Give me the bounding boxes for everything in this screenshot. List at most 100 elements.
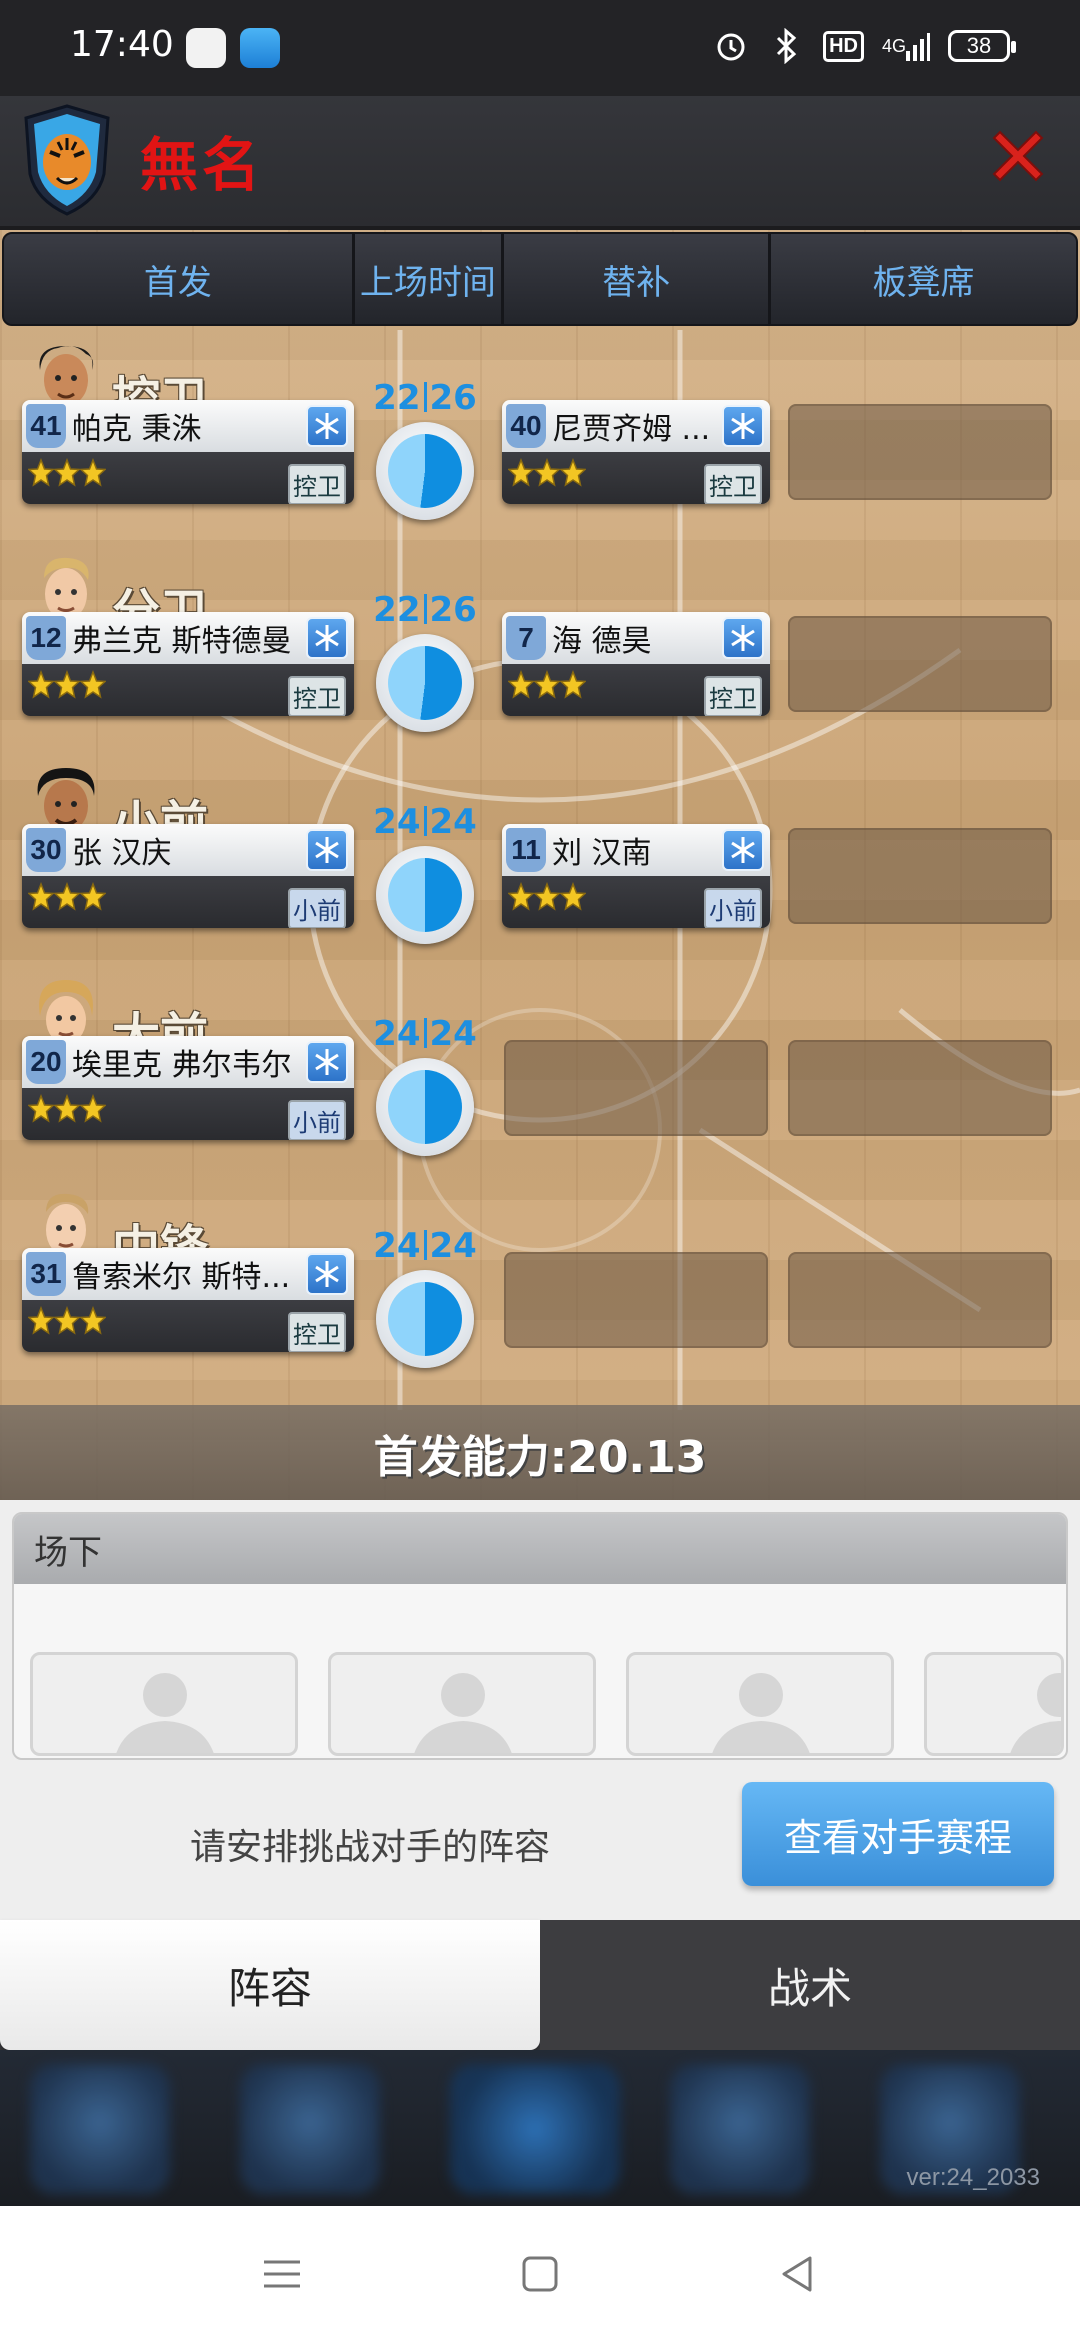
tab-bench-seats[interactable]: 板凳席 xyxy=(771,234,1076,324)
star-rating xyxy=(27,669,107,705)
tab-tactics[interactable]: 战术 xyxy=(540,1920,1080,2050)
star-rating xyxy=(507,457,587,493)
star-icon xyxy=(27,457,55,493)
send-app-icon xyxy=(240,28,280,68)
star-rating xyxy=(27,1093,107,1129)
position-row-sf: 小前 30 张 汉庆 小前 2424 11 刘 汉南 小前 xyxy=(0,764,1080,976)
off-court-slot[interactable] xyxy=(924,1652,1064,1756)
sub-minutes: 26 xyxy=(429,590,477,630)
starter-card[interactable]: 20 埃里克 弗尔韦尔 小前 xyxy=(22,1036,354,1140)
tab-playing-time[interactable]: 上场时间 xyxy=(355,234,505,324)
player-name: 张 汉庆 xyxy=(72,836,172,871)
star-icon xyxy=(507,669,535,705)
jersey-number: 11 xyxy=(506,828,546,872)
starter-card[interactable]: 31 鲁索米尔 斯特... 控卫 xyxy=(22,1248,354,1352)
tab-starters[interactable]: 首发 xyxy=(4,234,355,324)
jersey-number: 30 xyxy=(26,828,66,872)
jersey-number: 31 xyxy=(26,1252,66,1296)
substitute-card[interactable]: 40 尼贾齐姆 ... 控卫 xyxy=(502,400,770,504)
jersey-number: 41 xyxy=(26,404,66,448)
position-tag: 小前 xyxy=(288,1100,346,1140)
star-icon xyxy=(533,457,561,493)
snowflake-icon[interactable] xyxy=(306,617,348,659)
hd-badge: HD xyxy=(823,30,864,62)
starter-minutes: 24 xyxy=(373,802,421,842)
tab-lineup[interactable]: 阵容 xyxy=(0,1920,540,2050)
back-icon[interactable] xyxy=(772,2248,824,2300)
starter-card[interactable]: 12 弗兰克 斯特德曼 控卫 xyxy=(22,612,354,716)
snowflake-icon[interactable] xyxy=(306,1041,348,1083)
snowflake-icon[interactable] xyxy=(722,617,764,659)
sub-minutes: 24 xyxy=(429,1226,477,1266)
app-notification-icon xyxy=(186,28,226,68)
player-name: 刘 汉南 xyxy=(552,836,652,871)
star-icon xyxy=(27,669,55,705)
menu-icon[interactable] xyxy=(256,2248,308,2300)
star-icon xyxy=(27,1305,55,1341)
bench-empty-slot[interactable] xyxy=(788,1040,1052,1136)
star-icon xyxy=(27,1093,55,1129)
minutes-dial[interactable] xyxy=(376,1058,474,1156)
starter-minutes: 22 xyxy=(373,590,421,630)
snowflake-icon[interactable] xyxy=(306,405,348,447)
team-name: 無名 xyxy=(140,131,265,199)
close-icon[interactable] xyxy=(986,124,1050,188)
starter-card[interactable]: 30 张 汉庆 小前 xyxy=(22,824,354,928)
star-icon xyxy=(27,881,55,917)
star-icon xyxy=(79,457,107,493)
star-rating xyxy=(507,881,587,917)
bench-section: 场下 请安排挑战对手的阵容 查看对手赛程 xyxy=(0,1500,1080,1920)
minutes-dial[interactable] xyxy=(376,634,474,732)
off-court-slot[interactable] xyxy=(328,1652,596,1756)
minutes-dial[interactable] xyxy=(376,1270,474,1368)
menu-blurred-icon xyxy=(670,2064,810,2194)
off-court-slot[interactable] xyxy=(30,1652,298,1756)
substitute-card[interactable]: 7 海 德昊 控卫 xyxy=(502,612,770,716)
bench-empty-slot[interactable] xyxy=(788,404,1052,500)
game-menu-bar: ver:24_2033 xyxy=(0,2050,1080,2206)
jersey-number: 7 xyxy=(506,616,546,660)
jersey-number: 20 xyxy=(26,1040,66,1084)
bench-empty-slot[interactable] xyxy=(788,1252,1052,1348)
system-navigation-bar xyxy=(0,2206,1080,2340)
star-icon xyxy=(53,1305,81,1341)
position-row-c: 中锋 31 鲁索米尔 斯特... 控卫 2424 xyxy=(0,1188,1080,1400)
substitute-empty-slot[interactable] xyxy=(504,1252,768,1348)
bottom-tabs: 阵容 战术 xyxy=(0,1920,1080,2050)
minutes-split: 22 26 xyxy=(370,378,480,418)
lineup-hint: 请安排挑战对手的阵容 xyxy=(190,1827,551,1868)
off-court-slot[interactable] xyxy=(626,1652,894,1756)
minutes-dial[interactable] xyxy=(376,422,474,520)
player-silhouette-icon xyxy=(414,1673,512,1753)
substitute-empty-slot[interactable] xyxy=(504,1040,768,1136)
starter-minutes: 22 xyxy=(373,378,421,418)
snowflake-icon[interactable] xyxy=(306,829,348,871)
home-icon[interactable] xyxy=(514,2248,566,2300)
player-name: 尼贾齐姆 ... xyxy=(552,412,711,447)
player-silhouette-icon xyxy=(1010,1673,1061,1753)
player-name: 埃里克 弗尔韦尔 xyxy=(72,1048,292,1083)
bench-empty-slot[interactable] xyxy=(788,616,1052,712)
player-silhouette-icon xyxy=(712,1673,810,1753)
substitute-card[interactable]: 11 刘 汉南 小前 xyxy=(502,824,770,928)
minutes-split: 24 24 xyxy=(370,1226,480,1266)
star-icon xyxy=(53,1093,81,1129)
tab-substitutes[interactable]: 替补 xyxy=(504,234,772,324)
minutes-dial[interactable] xyxy=(376,846,474,944)
snowflake-icon[interactable] xyxy=(722,829,764,871)
player-name: 弗兰克 斯特德曼 xyxy=(72,624,292,659)
position-tag: 控卫 xyxy=(288,676,346,716)
minutes-split: 24 24 xyxy=(370,1014,480,1054)
position-tag: 控卫 xyxy=(704,676,762,716)
team-header: 無名 xyxy=(0,96,1080,230)
bench-empty-slot[interactable] xyxy=(788,828,1052,924)
position-tag: 控卫 xyxy=(288,464,346,504)
star-icon xyxy=(79,1305,107,1341)
clock: 17:40 xyxy=(70,24,174,65)
starter-card[interactable]: 41 帕克 秉洙 控卫 xyxy=(22,400,354,504)
signal-icon: 4G xyxy=(880,26,932,66)
snowflake-icon[interactable] xyxy=(306,1253,348,1295)
snowflake-icon[interactable] xyxy=(722,405,764,447)
sub-minutes: 26 xyxy=(429,378,477,418)
view-opponent-schedule-button[interactable]: 查看对手赛程 xyxy=(742,1782,1054,1886)
